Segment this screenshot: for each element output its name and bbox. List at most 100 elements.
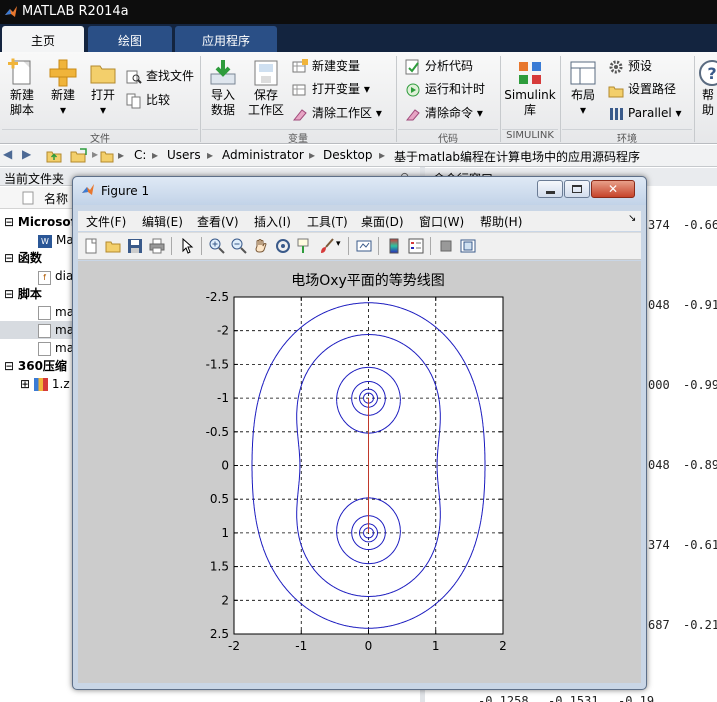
column-name[interactable]: 名称 bbox=[44, 190, 68, 207]
output-value: -0.89 bbox=[683, 458, 717, 472]
clear-commands-button[interactable]: 清除命令 ▾ bbox=[405, 103, 483, 123]
address-separator: ▸ bbox=[152, 148, 159, 162]
y-tick-label: 0.5 bbox=[210, 492, 229, 506]
collapse-icon[interactable]: ⊟ bbox=[4, 251, 18, 265]
find-files-button[interactable]: 查找文件 bbox=[126, 66, 194, 86]
figure-title-bar[interactable]: Figure 1 ✕ bbox=[73, 177, 646, 205]
data-cursor-icon[interactable] bbox=[297, 238, 313, 254]
address-bar: ◀ ▶ ▸ ▸ C: ▸ Users ▸ Administrator ▸ Des… bbox=[0, 145, 717, 167]
menu-help[interactable]: 帮助(H) bbox=[480, 213, 522, 230]
back-arrow-icon[interactable]: ◀ bbox=[3, 147, 12, 161]
browse-folder-icon[interactable] bbox=[70, 148, 88, 164]
ribbon-divider bbox=[200, 56, 201, 142]
open-file-icon[interactable] bbox=[105, 238, 121, 254]
matlab-logo-icon bbox=[82, 184, 94, 195]
new-button[interactable]: 新建 ▾ bbox=[46, 58, 80, 118]
list-item-selected[interactable]: ma bbox=[38, 321, 74, 339]
dock-arrow-icon[interactable]: ↘ bbox=[628, 213, 636, 224]
pan-hand-icon[interactable] bbox=[253, 238, 269, 254]
menu-insert[interactable]: 插入(I) bbox=[254, 213, 291, 230]
tab-plots[interactable]: 绘图 bbox=[88, 26, 172, 52]
tab-apps[interactable]: 应用程序 bbox=[175, 26, 277, 52]
list-item[interactable]: W Ma bbox=[38, 231, 74, 249]
up-folder-icon[interactable] bbox=[46, 148, 62, 164]
output-value: -0.99 bbox=[683, 378, 717, 392]
list-item[interactable]: ma bbox=[38, 303, 74, 321]
list-item[interactable]: ⊞ 1.z bbox=[20, 375, 70, 393]
collapse-icon[interactable]: ⊟ bbox=[4, 215, 18, 229]
ribbon-divider bbox=[500, 56, 501, 142]
close-button[interactable]: ✕ bbox=[591, 180, 635, 198]
path-segment-folder[interactable]: 基于matlab编程在计算电场中的应用源码程序 bbox=[394, 148, 640, 165]
list-item[interactable]: f dia bbox=[38, 267, 73, 285]
rotate-3d-icon[interactable] bbox=[275, 238, 291, 254]
set-path-button[interactable]: 设置路径 bbox=[608, 79, 676, 99]
maximize-button[interactable] bbox=[564, 180, 590, 198]
x-tick-label: 2 bbox=[499, 639, 507, 653]
import-data-button[interactable]: 导入 数据 bbox=[204, 58, 242, 118]
address-separator: ▸ bbox=[379, 148, 386, 162]
menu-edit[interactable]: 编辑(E) bbox=[142, 213, 183, 230]
tree-group-label: 函数 bbox=[17, 251, 42, 265]
run-and-time-button[interactable]: 运行和计时 bbox=[405, 79, 485, 99]
new-script-button[interactable]: 新建 脚本 bbox=[4, 58, 40, 118]
help-button[interactable]: ? 帮助 bbox=[697, 58, 717, 118]
zoom-in-icon[interactable] bbox=[209, 238, 225, 254]
save-workspace-button[interactable]: 保存 工作区 bbox=[246, 58, 286, 118]
minimize-button[interactable] bbox=[537, 180, 563, 198]
link-plot-icon[interactable] bbox=[356, 238, 372, 254]
new-variable-button[interactable]: 新建变量 bbox=[292, 56, 360, 76]
compare-button[interactable]: 比较 bbox=[126, 90, 170, 110]
clear-commands-label: 清除命令 bbox=[425, 106, 474, 120]
contour-plot[interactable]: -2 -1 0 1 2 -2.5 -2 -1.5 -1 -0.5 0 0.5 1 1.5 2 2.5 电场Ox… bbox=[78, 261, 641, 683]
collapse-icon[interactable]: ⊟ bbox=[4, 287, 18, 301]
toolbar-divider bbox=[430, 237, 431, 255]
open-button[interactable]: 打开 ▾ bbox=[86, 58, 120, 118]
parallel-label: Parallel bbox=[628, 106, 672, 120]
legend-icon[interactable] bbox=[408, 238, 424, 254]
expand-icon[interactable]: ⊞ bbox=[20, 377, 34, 391]
forward-arrow-icon[interactable]: ▶ bbox=[22, 147, 31, 161]
output-value: 374 bbox=[648, 218, 670, 232]
path-segment-users[interactable]: Users bbox=[167, 148, 201, 162]
tree-group-microsoft[interactable]: ⊟ Microsof bbox=[4, 213, 76, 231]
y-tick-label: -0.5 bbox=[206, 425, 229, 439]
show-plot-tools-icon[interactable] bbox=[460, 238, 476, 254]
new-figure-icon[interactable] bbox=[83, 238, 99, 254]
preferences-button[interactable]: 预设 bbox=[608, 56, 652, 76]
hide-plot-tools-icon[interactable] bbox=[438, 238, 454, 254]
tab-home[interactable]: 主页 bbox=[2, 26, 84, 52]
colorbar-icon[interactable] bbox=[386, 238, 402, 254]
analyze-code-button[interactable]: 分析代码 bbox=[405, 56, 473, 76]
parallel-button[interactable]: Parallel ▾ bbox=[608, 103, 682, 123]
menu-window[interactable]: 窗口(W) bbox=[419, 213, 464, 230]
ribbon: 新建 脚本 新建 ▾ 打开 ▾ 查找文件 比较 文件 导入 数据 保存 工作区 … bbox=[0, 52, 717, 145]
folder-icon bbox=[100, 151, 114, 163]
path-segment-desktop[interactable]: Desktop bbox=[323, 148, 373, 162]
zoom-out-icon[interactable] bbox=[231, 238, 247, 254]
clear-workspace-button[interactable]: 清除工作区 ▾ bbox=[292, 103, 382, 123]
tree-group-functions[interactable]: ⊟ 函数 bbox=[4, 249, 42, 267]
collapse-icon[interactable]: ⊟ bbox=[4, 359, 18, 373]
path-segment-administrator[interactable]: Administrator bbox=[222, 148, 304, 162]
tree-group-360zip[interactable]: ⊟ 360压缩 2 bbox=[4, 357, 79, 375]
open-variable-button[interactable]: 打开变量 ▾ bbox=[292, 79, 370, 99]
list-item[interactable]: ma bbox=[38, 339, 74, 357]
menu-view[interactable]: 查看(V) bbox=[197, 213, 239, 230]
pointer-arrow-icon[interactable] bbox=[179, 238, 195, 254]
save-icon[interactable] bbox=[127, 238, 143, 254]
brush-dropdown-icon[interactable]: ▾ bbox=[336, 239, 341, 249]
menu-desktop[interactable]: 桌面(D) bbox=[361, 213, 404, 230]
print-icon[interactable] bbox=[149, 238, 165, 254]
tree-group-scripts[interactable]: ⊟ 脚本 bbox=[4, 285, 42, 303]
layout-button[interactable]: 布局 ▾ bbox=[564, 58, 602, 118]
menu-file[interactable]: 文件(F) bbox=[86, 213, 126, 230]
menu-tools[interactable]: 工具(T) bbox=[307, 213, 348, 230]
simulink-library-button[interactable]: Simulink 库 bbox=[504, 58, 556, 118]
toolbar-divider bbox=[378, 237, 379, 255]
ribbon-divider bbox=[560, 56, 561, 142]
output-value: 048 bbox=[648, 458, 670, 472]
path-segment-drive[interactable]: C: bbox=[134, 148, 146, 162]
new-variable-icon bbox=[292, 58, 308, 72]
brush-icon[interactable] bbox=[319, 238, 335, 254]
